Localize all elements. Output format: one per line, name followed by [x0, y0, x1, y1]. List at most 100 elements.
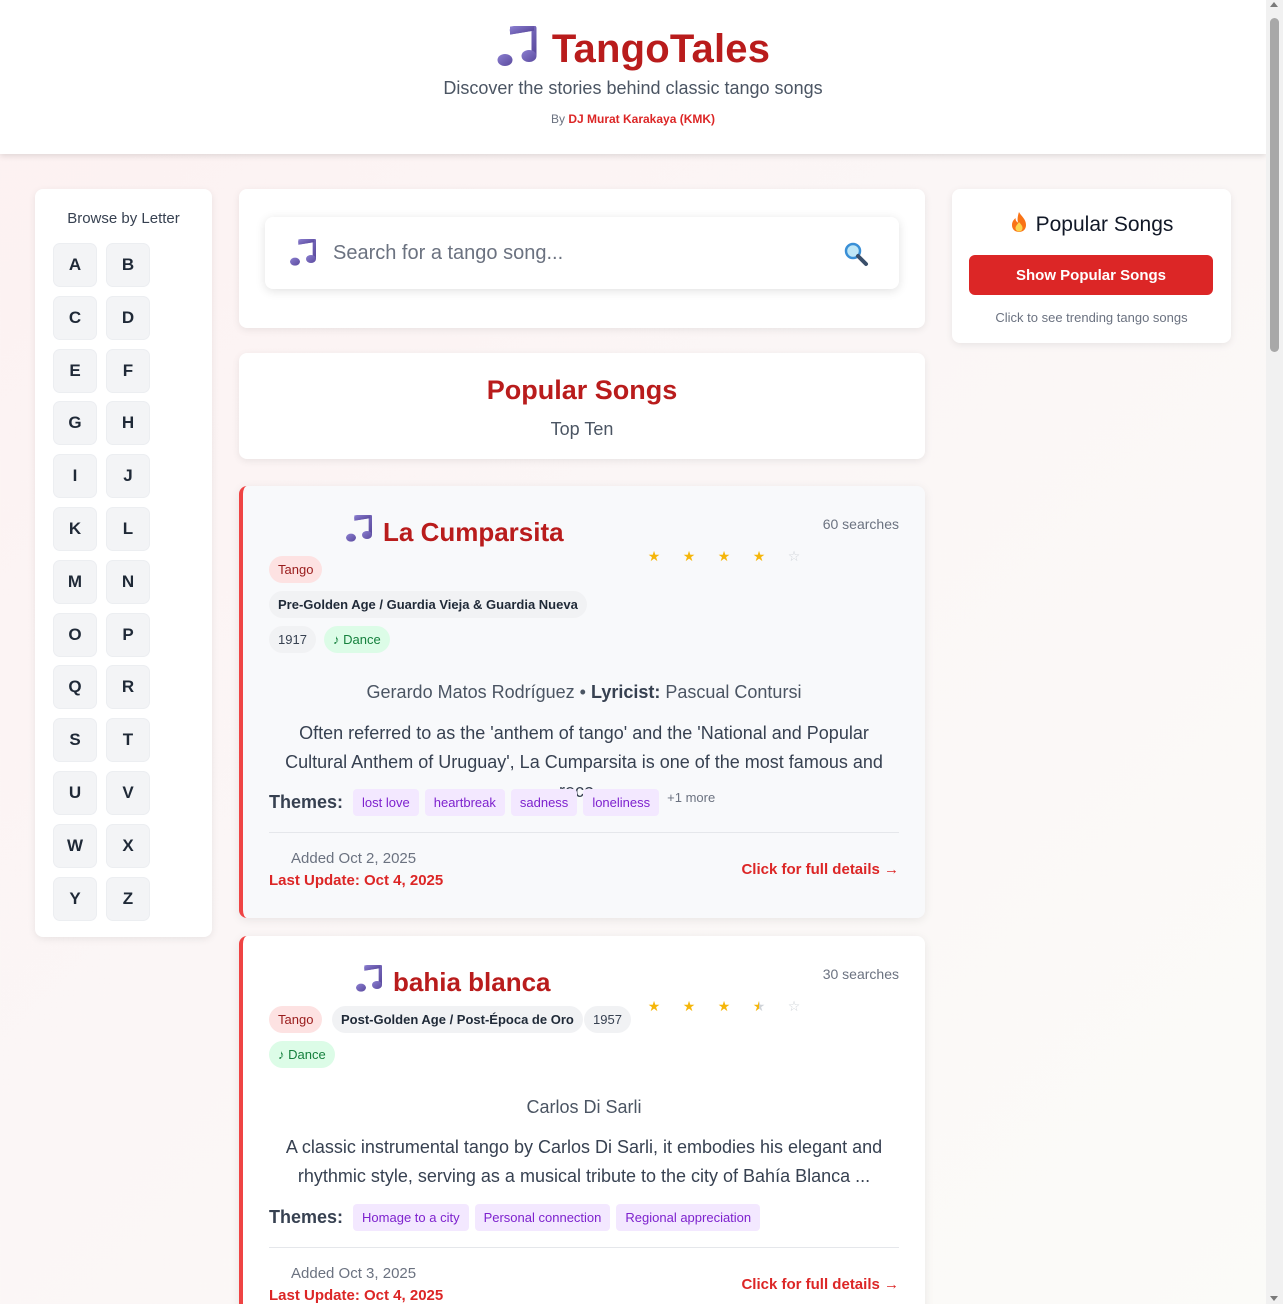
genre-badge: Tango: [269, 556, 323, 583]
theme-tag: lost love: [353, 789, 419, 816]
search-box: [265, 217, 899, 289]
letter-button-a[interactable]: A: [53, 243, 97, 287]
theme-tag: Personal connection: [474, 1204, 611, 1231]
lyricist-label: Lyricist:: [591, 682, 661, 702]
search-count: 60 searches: [822, 516, 899, 532]
star-icon: ★: [647, 998, 661, 1014]
search-input[interactable]: [333, 237, 813, 269]
star-empty-icon: ☆: [787, 998, 801, 1014]
letter-button-t[interactable]: T: [106, 718, 150, 763]
full-details-link[interactable]: Click for full details →: [741, 1276, 899, 1293]
letter-button-y[interactable]: Y: [53, 876, 97, 921]
letter-button-i[interactable]: I: [53, 454, 97, 499]
letter-button-l[interactable]: L: [106, 506, 150, 551]
letter-button-r[interactable]: R: [106, 665, 150, 710]
popular-songs-subtitle: Top Ten: [550, 419, 614, 439]
page-scrollbar[interactable]: [1266, 0, 1283, 1304]
letter-button-g[interactable]: G: [53, 401, 97, 446]
last-update-date: Last Update: Oct 4, 2025: [269, 872, 444, 889]
star-rating: ★ ★ ★ ★ ☆: [647, 998, 801, 1015]
music-note-icon: [289, 236, 317, 272]
show-popular-songs-button[interactable]: Show Popular Songs: [969, 255, 1213, 295]
music-note-icon: [345, 512, 373, 550]
dance-badge: ♪ Dance: [269, 1041, 335, 1068]
magnifier-icon[interactable]: [843, 241, 869, 267]
popular-sidebar-title: Popular Songs: [952, 211, 1231, 239]
themes-label: Themes:: [269, 792, 344, 812]
song-card[interactable]: La Cumparsita 60 searches ★ ★ ★ ★ ☆ Tang…: [239, 486, 925, 918]
star-icon: ★: [752, 548, 766, 564]
letter-button-b[interactable]: B: [106, 243, 150, 287]
brand: TangoTales: [0, 22, 1266, 73]
byline: By DJ Murat Karakaya (KMK): [0, 112, 1266, 126]
letter-button-n[interactable]: N: [106, 559, 150, 604]
year-badge: 1917: [269, 626, 316, 653]
scroll-thumb[interactable]: [1270, 18, 1279, 352]
dance-badge: ♪ Dance: [324, 626, 390, 653]
theme-tag: loneliness: [583, 789, 660, 816]
letter-button-x[interactable]: X: [106, 823, 150, 868]
browse-by-letter-title: Browse by Letter: [67, 210, 180, 227]
song-credits: Gerardo Matos Rodríguez • Lyricist: Pasc…: [243, 682, 925, 703]
letter-button-c[interactable]: C: [53, 295, 97, 340]
scroll-down-arrow-icon[interactable]: [1270, 1296, 1278, 1301]
star-icon: ★: [682, 998, 696, 1014]
themes-row: Themes: Homage to a city Personal connec…: [269, 1204, 761, 1231]
popular-songs-header: Popular Songs Top Ten: [239, 353, 925, 459]
star-icon: ★: [682, 548, 696, 564]
composer-name: Carlos Di Sarli: [526, 1097, 642, 1117]
byline-prefix: By: [550, 112, 565, 126]
letter-button-e[interactable]: E: [53, 348, 97, 393]
letter-button-q[interactable]: Q: [53, 665, 97, 710]
theme-tag: sadness: [510, 789, 578, 816]
letter-grid: ABCDEFGHIJKLMNOPQRSTUVWXYZ: [53, 243, 150, 921]
scroll-up-arrow-icon[interactable]: [1270, 2, 1278, 7]
added-date: Added Oct 3, 2025: [291, 1265, 417, 1282]
themes-row: Themes: lost love heartbreak sadness lon…: [269, 789, 715, 816]
letter-button-d[interactable]: D: [106, 295, 150, 340]
star-rating: ★ ★ ★ ★ ☆: [647, 548, 801, 565]
credit-separator: •: [579, 682, 586, 702]
letter-button-v[interactable]: V: [106, 770, 150, 815]
search-count: 30 searches: [822, 966, 899, 982]
theme-tag: Homage to a city: [353, 1204, 469, 1231]
card-divider: [269, 832, 899, 833]
full-details-link[interactable]: Click for full details →: [741, 861, 899, 878]
genre-badge: Tango: [269, 1006, 323, 1033]
browse-by-letter-panel: Browse by Letter ABCDEFGHIJKLMNOPQRSTUVW…: [35, 189, 212, 937]
song-card[interactable]: bahia blanca 30 searches ★ ★ ★ ★ ☆ Tango…: [239, 936, 925, 1304]
era-badge: Pre-Golden Age / Guardia Vieja & Guardia…: [269, 591, 587, 618]
song-title-row: bahia blanca: [355, 962, 551, 1000]
composer-name: Gerardo Matos Rodríguez: [366, 682, 575, 702]
letter-button-k[interactable]: K: [53, 506, 97, 551]
letter-button-w[interactable]: W: [53, 823, 97, 868]
letter-button-m[interactable]: M: [53, 559, 97, 604]
added-date: Added Oct 2, 2025: [291, 850, 417, 867]
letter-button-o[interactable]: O: [53, 612, 97, 657]
song-description: A classic instrumental tango by Carlos D…: [285, 1137, 883, 1186]
search-card: [239, 189, 925, 328]
letter-button-f[interactable]: F: [106, 348, 150, 393]
letter-button-p[interactable]: P: [106, 612, 150, 657]
last-update-date: Last Update: Oct 4, 2025: [269, 1287, 444, 1304]
star-icon: ★: [717, 998, 731, 1014]
more-themes-count: +1 more: [667, 790, 716, 805]
letter-button-s[interactable]: S: [53, 718, 97, 763]
popular-sidebar-hint: Click to see trending tango songs: [995, 310, 1188, 325]
popular-songs-sidebar: Popular Songs Show Popular Songs Click t…: [952, 189, 1231, 343]
music-note-icon: [355, 962, 383, 1000]
lyricist-name: Pascual Contursi: [665, 682, 802, 702]
fire-icon: [1010, 211, 1028, 239]
song-title: La Cumparsita: [383, 517, 564, 547]
letter-button-j[interactable]: J: [106, 454, 150, 499]
app-subtitle: Discover the stories behind classic tang…: [443, 78, 823, 98]
song-credits: Carlos Di Sarli: [243, 1097, 925, 1118]
letter-button-u[interactable]: U: [53, 770, 97, 815]
music-note-icon: [496, 22, 538, 73]
theme-tag: heartbreak: [424, 789, 505, 816]
letter-button-z[interactable]: Z: [106, 876, 150, 921]
author-name: DJ Murat Karakaya (KMK): [568, 112, 716, 126]
letter-button-h[interactable]: H: [106, 401, 150, 446]
theme-tag: Regional appreciation: [616, 1204, 761, 1231]
star-half-icon: ★: [752, 998, 766, 1014]
